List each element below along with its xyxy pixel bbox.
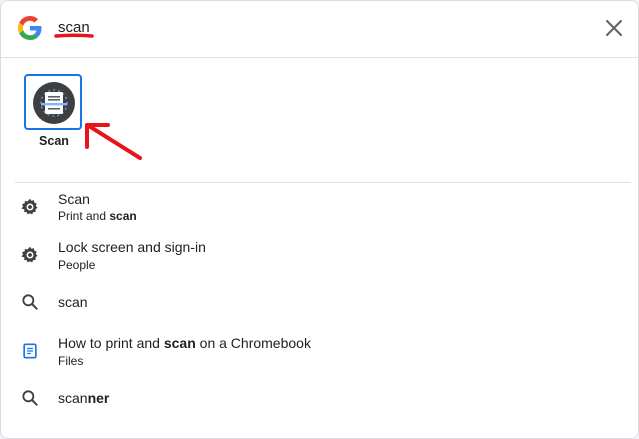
google-g-icon: [18, 16, 42, 40]
red-arrow-annotation: [85, 123, 142, 160]
settings-gear-icon: [21, 246, 38, 263]
launcher-panel: scan Scan Scan Print and scan Lock scree…: [0, 0, 639, 439]
file-document-icon: [23, 343, 37, 359]
result-row-search-scanner[interactable]: scanner: [1, 383, 638, 413]
result-row-help-article[interactable]: How to print and scan on a Chromebook Fi…: [1, 331, 638, 373]
app-tile-label: Scan: [39, 134, 69, 148]
divider: [1, 57, 638, 58]
result-row-lock-screen[interactable]: Lock screen and sign-in People: [1, 235, 638, 277]
scanner-app-icon: [33, 82, 75, 124]
result-row-scan-setting[interactable]: Scan Print and scan: [1, 187, 638, 229]
result-subtitle: People: [58, 258, 96, 272]
result-title: scan: [58, 294, 88, 310]
close-icon[interactable]: [602, 16, 626, 40]
search-icon: [22, 294, 38, 310]
search-bar: scan: [1, 1, 638, 57]
result-subtitle: Print and scan: [58, 209, 137, 223]
search-icon: [22, 390, 38, 406]
settings-gear-icon: [21, 198, 38, 215]
scan-app-tile[interactable]: [24, 74, 82, 130]
result-title: Scan: [58, 191, 90, 207]
result-row-search-scan[interactable]: scan: [1, 287, 638, 317]
result-title: How to print and scan on a Chromebook: [58, 335, 311, 351]
result-title: scanner: [58, 390, 110, 406]
divider: [15, 182, 631, 183]
result-title: Lock screen and sign-in: [58, 239, 206, 255]
result-subtitle: Files: [58, 354, 84, 368]
red-underline-annotation: [54, 33, 94, 38]
